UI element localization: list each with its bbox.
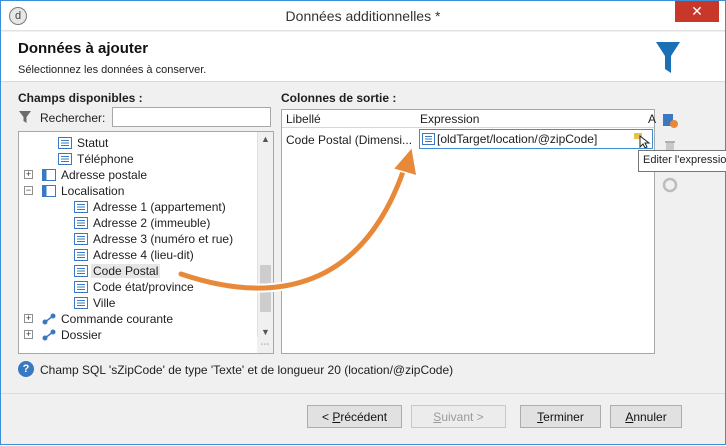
tree-item-label: Localisation [61, 184, 125, 198]
field-icon [74, 217, 88, 232]
expression-field[interactable]: [oldTarget/location/@zipCode] [419, 129, 653, 149]
column-header-label[interactable]: Libellé [286, 112, 321, 126]
fields-tree[interactable]: Statut Téléphone + Adresse postale − Localisa… [18, 131, 274, 354]
tree-item-label: Adresse 4 (lieu-dit) [93, 248, 194, 262]
expand-icon[interactable]: + [24, 330, 33, 339]
previous-button[interactable]: < Précédent [307, 405, 402, 428]
tree-item[interactable]: Adresse 1 (appartement) [74, 199, 228, 215]
expression-field-icon [422, 133, 435, 145]
tree-item[interactable]: − Localisation [24, 183, 126, 200]
page-subtitle: Sélectionnez les données à conserver. [18, 64, 207, 76]
search-label: Rechercher: [40, 111, 106, 125]
title-bar[interactable]: d Données additionnelles * ✕ [1, 1, 725, 31]
collapse-icon[interactable]: − [24, 186, 33, 195]
cancel-button[interactable]: Annuler [610, 405, 682, 428]
tree-item[interactable]: + Adresse postale [24, 167, 149, 184]
tree-item[interactable]: Code Postal [74, 263, 161, 280]
scroll-up-icon[interactable]: ▲ [258, 132, 273, 146]
dialog-window: d Données additionnelles * ✕ Données à a… [0, 0, 726, 445]
tree-item[interactable]: Téléphone [58, 151, 136, 167]
tree-item[interactable]: + Commande courante [24, 311, 175, 328]
tree-item-label: Adresse postale [61, 168, 148, 182]
tree-item[interactable]: Code état/province [74, 279, 196, 295]
tree-item-label: Téléphone [77, 152, 134, 166]
expand-icon[interactable]: + [24, 314, 33, 323]
grid-header: Libellé Expression A [282, 110, 656, 128]
field-icon [74, 297, 88, 312]
link-icon [42, 329, 56, 344]
footer-divider [1, 393, 725, 394]
tree-item[interactable]: + Dossier [24, 327, 104, 344]
search-row: Rechercher: [18, 107, 271, 129]
tree-vertical-scrollbar[interactable]: ▲ ▼ [257, 132, 273, 339]
tree-item-label: Dossier [61, 328, 102, 342]
page-title: Données à ajouter [18, 40, 149, 57]
tree-item[interactable]: Statut [58, 135, 110, 151]
tree-item-label: Adresse 3 (numéro et rue) [93, 232, 234, 246]
help-icon: ? [18, 361, 34, 377]
scroll-thumb[interactable] [260, 265, 271, 312]
available-fields-label: Champs disponibles : [18, 91, 143, 105]
column-header-a[interactable]: A [648, 112, 656, 126]
column-header-expression[interactable]: Expression [420, 112, 479, 126]
edit-expression-tooltip: Editer l'expression [638, 150, 726, 172]
output-columns-label: Colonnes de sortie : [281, 91, 397, 105]
tree-item[interactable]: Adresse 3 (numéro et rue) [74, 231, 235, 247]
tree-item-label: Code état/province [93, 280, 194, 294]
next-button[interactable]: Suivant > [411, 405, 506, 428]
link-icon [42, 313, 56, 328]
expand-icon[interactable]: + [24, 170, 33, 179]
folder-icon [42, 185, 56, 200]
search-input[interactable] [112, 107, 271, 127]
tree-item-label: Statut [77, 136, 109, 150]
tree-item-label: Adresse 1 (appartement) [93, 200, 226, 214]
close-button[interactable]: ✕ [675, 1, 719, 22]
field-icon [74, 249, 88, 264]
refresh-icon[interactable] [662, 177, 678, 193]
finish-button[interactable]: Terminer [520, 405, 601, 428]
field-icon [74, 281, 88, 296]
tree-item[interactable]: Adresse 4 (lieu-dit) [74, 247, 196, 263]
dialog-header: Données à ajouter Sélectionnez les donné… [1, 32, 725, 82]
resize-grip-icon[interactable]: ⋯ [257, 337, 273, 353]
add-column-icon[interactable] [661, 111, 679, 129]
tree-item[interactable]: Ville [74, 295, 117, 311]
tree-item-label: Adresse 2 (immeuble) [93, 216, 211, 230]
field-icon [74, 233, 88, 248]
tree-item-label: Ville [93, 296, 116, 310]
window-title: Données additionnelles * [285, 8, 441, 24]
edit-expression-icon[interactable] [634, 132, 652, 148]
field-info-bar: ? Champ SQL 'sZipCode' de type 'Texte' e… [18, 361, 708, 379]
filter-icon [19, 111, 31, 123]
tree-item[interactable]: Adresse 2 (immeuble) [74, 215, 212, 231]
folder-icon [42, 169, 56, 184]
field-icon [58, 137, 72, 152]
field-icon [74, 201, 88, 216]
funnel-icon [656, 42, 680, 73]
tree-item-label: Code Postal [91, 264, 161, 278]
field-icon [58, 153, 72, 168]
field-info-text: Champ SQL 'sZipCode' de type 'Texte' et … [40, 363, 454, 377]
output-columns-grid[interactable]: Libellé Expression A Code Postal (Dimens… [281, 109, 656, 354]
expression-value: [oldTarget/location/@zipCode] [437, 132, 598, 146]
row-label-cell[interactable]: Code Postal (Dimensi... [286, 133, 412, 147]
field-icon [74, 265, 88, 280]
tree-item-label: Commande courante [61, 312, 174, 326]
